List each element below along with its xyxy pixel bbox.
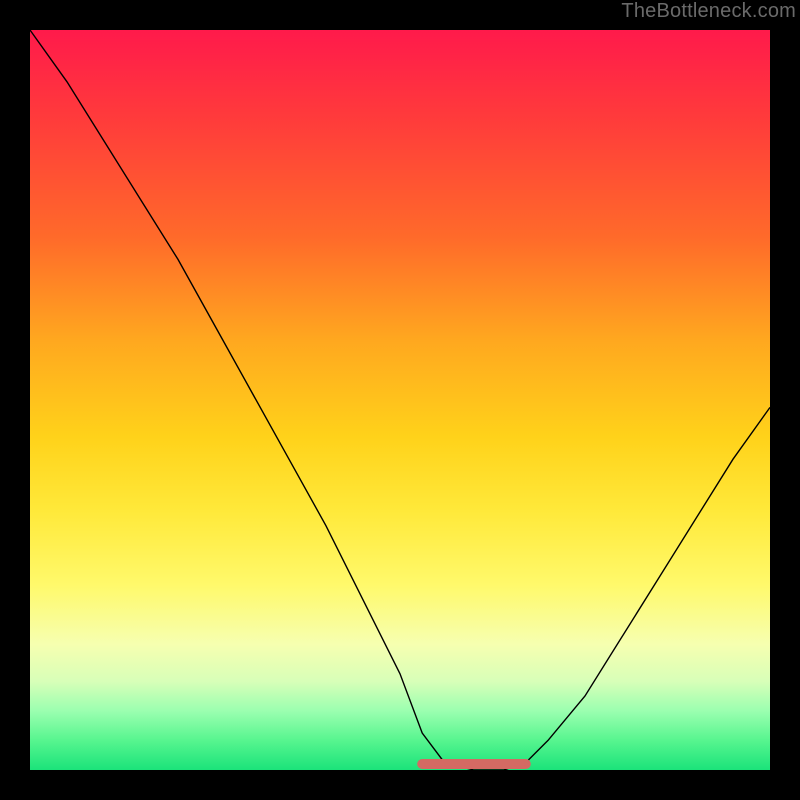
plot-area xyxy=(30,30,770,770)
chart-frame: TheBottleneck.com xyxy=(0,0,800,800)
watermark-text: TheBottleneck.com xyxy=(621,0,796,23)
bottleneck-curve xyxy=(30,30,770,770)
chart-svg xyxy=(30,30,770,770)
